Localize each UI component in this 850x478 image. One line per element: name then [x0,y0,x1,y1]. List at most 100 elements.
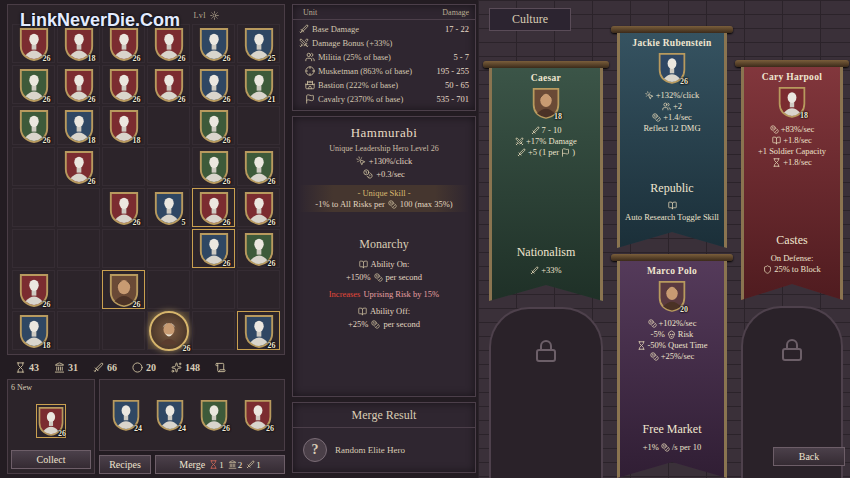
grid-cell[interactable]: 18 [12,311,55,350]
hero-level: 26 [88,96,96,104]
hero-shield[interactable]: 26 [243,398,273,432]
grid-cell[interactable]: 26 [102,188,145,227]
hero-shield[interactable]: 25 [243,26,275,62]
hero-shield[interactable]: 26 [243,231,275,267]
grid-cell[interactable] [57,311,100,350]
hero-shield[interactable]: 21 [243,67,275,103]
grid-cell[interactable] [147,229,190,268]
grid-cell[interactable] [57,188,100,227]
hero-shield[interactable]: 26 [198,26,230,62]
grid-cell[interactable] [12,188,55,227]
hero-shield[interactable]: 26 [198,149,230,185]
grid-cell[interactable]: 26 [12,106,55,145]
grid-cell[interactable]: 18 [102,106,145,145]
grid-cell[interactable] [147,270,190,309]
culture-banner[interactable]: Cary Harpool18+83%/sec+1.8/sec+1 Soldier… [735,60,849,300]
grid-cell[interactable] [102,229,145,268]
hero-shield[interactable]: 26 [199,398,229,432]
hero-shield[interactable]: 18 [531,86,561,120]
grid-cell[interactable] [12,229,55,268]
grid-cell[interactable]: 26 [57,65,100,104]
hero-shield[interactable]: 26 [18,26,50,62]
grid-cell[interactable]: 25 [237,24,280,63]
hero-shield[interactable]: 26 [243,149,275,185]
collect-button[interactable]: Collect [11,450,91,469]
grid-cell[interactable] [102,147,145,186]
hero-shield[interactable]: 5 [153,190,185,226]
hero-shield[interactable]: 26 [37,405,65,437]
hero-shield[interactable]: 18 [63,26,95,62]
grid-cell[interactable] [192,270,235,309]
culture-banner[interactable]: Marco Polo20+102%/sec-5%Risk-50% Quest T… [611,254,733,478]
culture-banner[interactable]: Caesar187 - 10+17% Damage+5 (1 per)Natio… [483,61,609,301]
hero-shield[interactable]: 26 [18,272,50,308]
grid-cell[interactable]: 26 [237,229,280,268]
hero-shield[interactable]: 26 [243,313,275,349]
grid-cell[interactable]: 26 [237,147,280,186]
hero-medallion[interactable]: 26 [148,310,190,352]
hero-culture: Monarchy [359,237,408,252]
grid-cell[interactable] [57,270,100,309]
hero-shield[interactable]: 26 [18,67,50,103]
hero-shield[interactable]: 26 [63,67,95,103]
grid-cell[interactable]: 26 [12,24,55,63]
grid-cell[interactable]: 26 [147,311,190,350]
grid-cell[interactable] [237,106,280,145]
grid-cell[interactable]: 26 [192,24,235,63]
grid-cell[interactable] [147,147,190,186]
hero-shield[interactable]: 26 [153,67,185,103]
grid-cell[interactable]: 26 [57,147,100,186]
hero-shield[interactable]: 26 [108,67,140,103]
hero-shield[interactable]: 18 [108,108,140,144]
grid-cell[interactable]: 18 [57,24,100,63]
hero-shield[interactable]: 24 [155,398,185,432]
hero-shield[interactable]: 26 [108,26,140,62]
grid-cell[interactable]: 26 [102,270,145,309]
hero-shield[interactable]: 26 [198,231,230,267]
hero-shield[interactable]: 26 [198,67,230,103]
grid-cell[interactable] [192,311,235,350]
new-hero-slot[interactable]: 26 [36,404,66,438]
grid-cell[interactable]: 26 [192,65,235,104]
grid-cell[interactable] [147,106,190,145]
grid-cell[interactable] [237,270,280,309]
grid-cell[interactable] [102,311,145,350]
grid-cell[interactable]: 26 [192,147,235,186]
grid-cell[interactable]: 26 [12,270,55,309]
merge-button[interactable]: Merge121 [155,455,285,474]
hero-shield[interactable]: 18 [63,108,95,144]
hero-shield[interactable]: 26 [198,108,230,144]
grid-cell[interactable]: 26 [192,229,235,268]
hero-shield[interactable]: 26 [18,108,50,144]
hero-shield[interactable]: 26 [108,272,140,308]
recipes-button[interactable]: Recipes [99,455,151,474]
grid-cell[interactable]: 26 [192,106,235,145]
grid-cell[interactable]: 5 [147,188,190,227]
grid-cell[interactable]: 26 [12,65,55,104]
hero-shield[interactable]: 18 [777,85,807,119]
hero-shield[interactable]: 18 [18,313,50,349]
hero-shield[interactable]: 24 [111,398,141,432]
grid-cell[interactable]: 26 [237,188,280,227]
hero-shield[interactable]: 20 [657,279,687,313]
grid-cell[interactable]: 18 [57,106,100,145]
level-sort-label[interactable]: Lvl [193,11,206,20]
grid-cell[interactable]: 26 [237,311,280,350]
hero-shield[interactable]: 26 [63,149,95,185]
hero-shield[interactable]: 26 [153,26,185,62]
grid-cell[interactable] [57,229,100,268]
grid-cell[interactable]: 26 [102,65,145,104]
grid-cell[interactable] [12,147,55,186]
culture-banner[interactable]: Jackie Rubenstein26+132%/click+2+1.4/sec… [611,26,733,248]
hero-shield[interactable]: 26 [198,190,230,226]
hero-shield[interactable]: 26 [108,190,140,226]
grid-cell[interactable]: 26 [147,65,190,104]
back-button[interactable]: Back [773,447,845,466]
hero-shield[interactable]: 26 [243,190,275,226]
grid-cell[interactable]: 26 [147,24,190,63]
hero-shield[interactable]: 26 [657,51,687,85]
grid-cell[interactable]: 21 [237,65,280,104]
grid-cell[interactable]: 26 [102,24,145,63]
resource-item[interactable] [215,362,226,373]
grid-cell[interactable]: 26 [192,188,235,227]
